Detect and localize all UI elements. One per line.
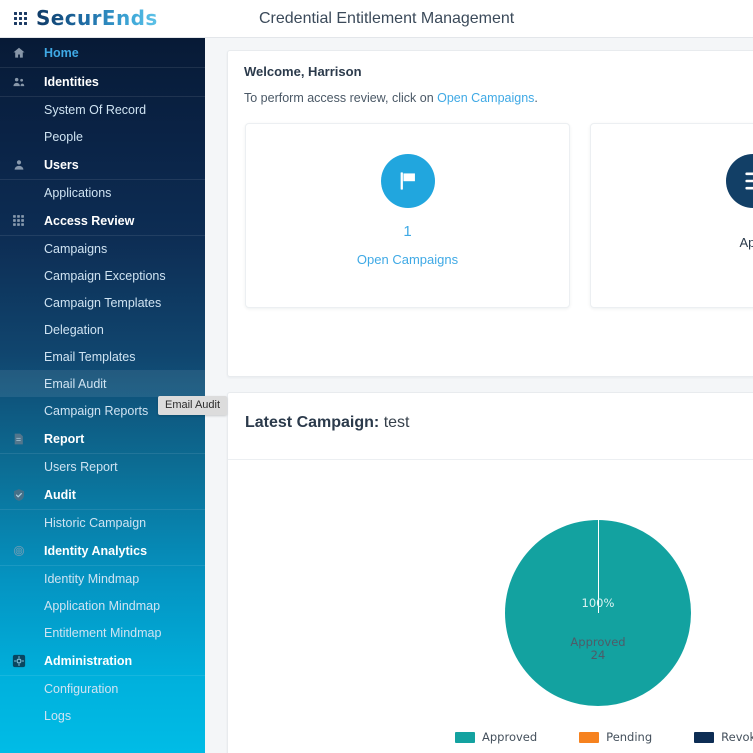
user-icon [12,158,34,172]
sidebar-item-label: Application Mindmap [44,598,161,613]
sidebar-item-identity-mindmap[interactable]: Identity Mindmap [0,565,205,592]
sidebar-item-label: Audit [44,487,76,502]
sidebar-item-people[interactable]: People [0,123,205,150]
sidebar-item-label: Applications [44,186,112,200]
sidebar-item-access-review[interactable]: Access Review [0,206,205,235]
instruction-text-after: . [534,91,538,105]
sidebar-item-label: System Of Record [44,103,147,117]
stat-card-open-campaigns[interactable]: 1 Open Campaigns [245,123,570,308]
welcome-title: Welcome, Harrison [244,64,362,79]
sidebar-item-label: Logs [44,708,72,723]
sidebar-item-label: Entitlement Mindmap [44,625,162,640]
sidebar-item-label: Administration [44,653,133,668]
sidebar-item-entitlement-mindmap[interactable]: Entitlement Mindmap [0,619,205,646]
main-content: Welcome, Harrison To perform access revi… [205,38,753,753]
sidebar-item-identities[interactable]: Identities [0,67,205,96]
sidebar-item-historic-campaign[interactable]: Historic Campaign [0,509,205,536]
sidebar-item-label: Email Templates [44,349,136,364]
sidebar-item-label: Identity Mindmap [44,572,140,586]
sidebar-item-label: Delegation [44,322,104,337]
sidebar-item-label: Identity Analytics [44,543,148,558]
applications-icon [725,154,753,208]
sidebar-item-label: Campaign Reports [44,403,149,418]
sidebar-item-email-audit[interactable]: Email Audit [0,370,205,397]
sidebar-item-label: Users [44,157,79,172]
stat-label: Appl [739,235,753,250]
app-root: SecurEnds Credential Entitlement Managem… [0,0,753,753]
legend-swatch-revoked [694,731,715,743]
legend-label: Pending [606,730,653,744]
open-campaigns-link[interactable]: Open Campaigns [437,91,534,105]
pie-slice-approved[interactable]: 100% [505,520,691,706]
sidebar-item-home[interactable]: Home [0,38,205,67]
sidebar-item-label: People [44,129,83,144]
chart-title: Latest Campaign: test [245,414,410,432]
pie-slice-value: 24 [590,648,606,662]
sidebar-item-email-templates[interactable]: Email Templates [0,343,205,370]
pie-slice-percent: 100% [581,596,615,610]
shield-check-icon [12,488,34,502]
pie-chart: 100% [227,458,753,753]
pie-slice-outer-label: Approved 24 [505,636,691,662]
legend-swatch-approved [455,731,475,743]
sidebar-item-campaign-templates[interactable]: Campaign Templates [0,289,205,316]
sidebar-item-label: Access Review [44,213,135,228]
flag-icon [380,154,435,208]
sidebar-item-users[interactable]: Users [0,150,205,179]
instruction-text-before: To perform access review, click on [244,91,438,105]
chart-legend: Approved Pending Revoked [455,730,753,744]
legend-label: Revoked [721,730,753,744]
sidebar-item-label: Configuration [44,682,119,696]
people-icon [12,75,34,89]
sidebar-item-label: Campaign Templates [44,295,162,310]
sidebar-item-label: Email Audit [44,376,107,391]
sidebar-item-report[interactable]: Report [0,424,205,453]
sidebar-item-label: Users Report [44,460,118,474]
chart-title-label: Latest Campaign: [245,414,380,431]
fingerprint-icon [12,544,34,558]
top-bar: SecurEnds Credential Entitlement Managem… [0,0,753,38]
sidebar-item-users-report[interactable]: Users Report [0,453,205,480]
sidebar-tooltip: Email Audit [158,396,228,415]
sidebar-item-application-mindmap[interactable]: Application Mindmap [0,592,205,619]
sidebar-item-label: Identities [44,75,99,89]
sidebar-item-administration[interactable]: Administration [0,646,205,675]
legend-swatch-pending [579,731,600,743]
legend-item[interactable]: Pending [579,730,652,744]
brand-name: SecurEnds [36,6,158,30]
legend-label: Approved [482,730,538,744]
welcome-panel: Welcome, Harrison To perform access revi… [227,50,753,377]
sidebar-item-audit[interactable]: Audit [0,480,205,509]
sidebar-item-label: Historic Campaign [44,516,147,530]
sidebar-item-identity-analytics[interactable]: Identity Analytics [0,536,205,565]
document-icon [12,432,34,446]
grid-icon [12,214,34,227]
sidebar-item-campaign-exceptions[interactable]: Campaign Exceptions [0,262,205,289]
sidebar-item-delegation[interactable]: Delegation [0,316,205,343]
page-title: Credential Entitlement Management [259,10,515,27]
sidebar-item-logs[interactable]: Logs [0,702,205,729]
gear-icon [12,654,34,668]
sidebar-item-label: Report [44,431,85,446]
welcome-instruction: To perform access review, click on Open … [244,91,538,105]
sidebar-item-label: Campaign Exceptions [44,268,166,283]
sidebar-item-label: Campaigns [44,242,108,256]
legend-item[interactable]: Revoked [694,730,753,744]
sidebar-item-list: Home Identities System Of Record People User… [0,38,205,729]
legend-item[interactable]: Approved [455,730,537,744]
stat-card-applications[interactable]: Appl [590,123,753,308]
sidebar-item-configuration[interactable]: Configuration [0,675,205,702]
grid-apps-icon[interactable] [14,11,27,25]
sidebar-item-label: Home [44,45,79,60]
stat-card-list: 1 Open Campaigns Appl [245,123,753,308]
sidebar-item-campaigns[interactable]: Campaigns [0,235,205,262]
brand-logo[interactable]: SecurEnds [14,3,158,33]
sidebar-item-system-of-record[interactable]: System Of Record [0,96,205,123]
sidebar-item-applications[interactable]: Applications [0,179,205,206]
stat-value: 1 [403,223,412,240]
stat-label: Open Campaigns [356,252,459,267]
chart-title-value: test [383,414,410,431]
home-icon [12,46,34,60]
